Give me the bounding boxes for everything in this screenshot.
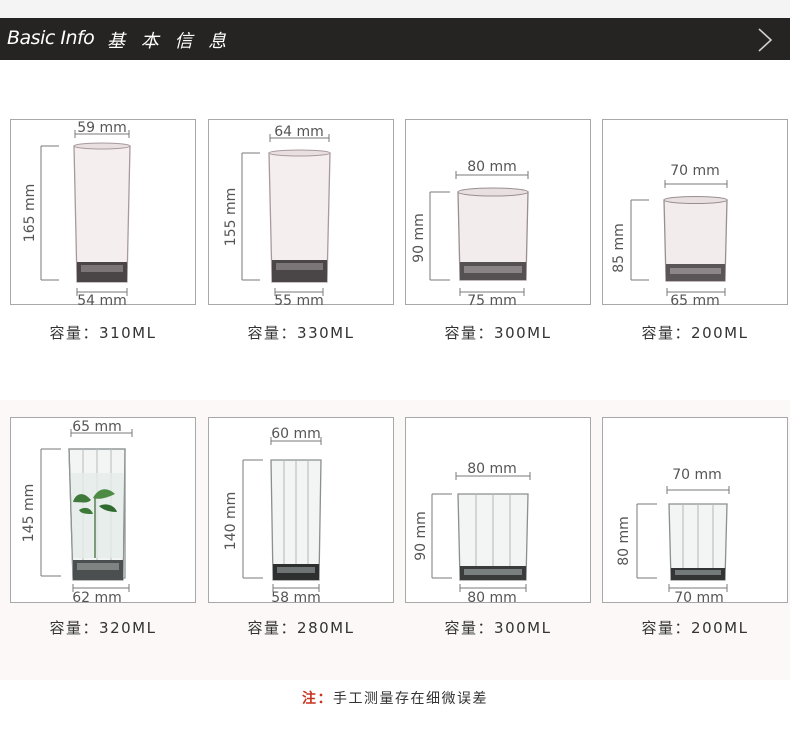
capacity-label: 容量：300ML (444, 324, 552, 342)
bottom-diameter-label: 55 mm (274, 293, 324, 306)
top-diameter-label: 59 mm (77, 120, 127, 136)
glass-figure: 64 mm 55 mm 155 mm (223, 124, 331, 306)
capacity-label: 容量：310ML (49, 324, 157, 342)
glass-card[interactable]: 65 mm 62 mm 145 mm (10, 417, 196, 604)
top-diameter-label: 65 mm (72, 419, 122, 435)
top-diameter-label: 70 mm (672, 467, 722, 483)
top-diameter-label: 64 mm (274, 124, 324, 140)
top-diameter-label: 70 mm (670, 163, 720, 179)
glass-figure: 80 mm 80 mm 90 mm (413, 461, 531, 604)
height-label: 90 mm (411, 213, 427, 263)
glass-figure: 80 mm 75 mm 90 mm (411, 159, 529, 306)
glass-card[interactable]: 60 mm 58 mm 140 mm (208, 417, 394, 604)
height-label: 165 mm (22, 184, 38, 242)
height-label: 80 mm (616, 516, 632, 566)
glass-figure: 59 mm 54 mm 165 mm (22, 120, 131, 306)
top-diameter-label: 60 mm (271, 426, 321, 442)
footnote: 注：手工测量存在细微误差 (0, 688, 790, 708)
glass-card[interactable]: 70 mm 70 mm 80 mm (602, 417, 788, 604)
bottom-diameter-label: 54 mm (77, 293, 127, 306)
glass-card[interactable]: 80 mm 80 mm 90 mm (405, 417, 591, 604)
header-title-en: Basic Info (7, 27, 95, 49)
top-diameter-label: 80 mm (467, 461, 517, 477)
capacity-label: 容量：200ML (641, 619, 749, 637)
bottom-diameter-label: 58 mm (271, 590, 321, 604)
bottom-diameter-label: 65 mm (670, 293, 720, 306)
glass-card[interactable]: 80 mm 75 mm 90 mm (405, 119, 591, 306)
glass-figure: 70 mm 70 mm 80 mm (616, 467, 730, 604)
height-label: 140 mm (223, 492, 239, 550)
capacity-label: 容量：300ML (444, 619, 552, 637)
bottom-diameter-label: 80 mm (467, 590, 517, 604)
capacity-label: 容量：330ML (247, 324, 355, 342)
bottom-diameter-label: 75 mm (467, 293, 517, 306)
capacity-label: 容量：200ML (641, 324, 749, 342)
top-strip (0, 0, 790, 18)
bottom-diameter-label: 62 mm (72, 590, 122, 604)
height-label: 155 mm (223, 188, 239, 246)
header-title-cn: 基 本 信 息 (107, 31, 232, 52)
footnote-text: 手工测量存在细微误差 (333, 691, 488, 707)
chevron-right-icon[interactable] (754, 27, 776, 53)
glass-card[interactable]: 59 mm 54 mm 165 mm (10, 119, 196, 306)
glass-figure: 60 mm 58 mm 140 mm (223, 426, 322, 604)
glass-figure: 70 mm 65 mm 85 mm (611, 163, 728, 306)
top-diameter-label: 80 mm (467, 159, 517, 175)
height-label: 145 mm (21, 484, 37, 542)
height-label: 85 mm (611, 223, 627, 273)
glass-card[interactable]: 70 mm 65 mm 85 mm (602, 119, 788, 306)
glass-card[interactable]: 64 mm 55 mm 155 mm (208, 119, 394, 306)
bottom-diameter-label: 70 mm (674, 590, 724, 604)
glass-figure: 65 mm 62 mm 145 mm (21, 419, 133, 604)
capacity-label: 容量：280ML (247, 619, 355, 637)
section-header: Basic Info 基 本 信 息 (0, 18, 790, 60)
height-label: 90 mm (413, 511, 429, 561)
footnote-label: 注： (302, 691, 333, 707)
capacity-label: 容量：320ML (49, 619, 157, 637)
